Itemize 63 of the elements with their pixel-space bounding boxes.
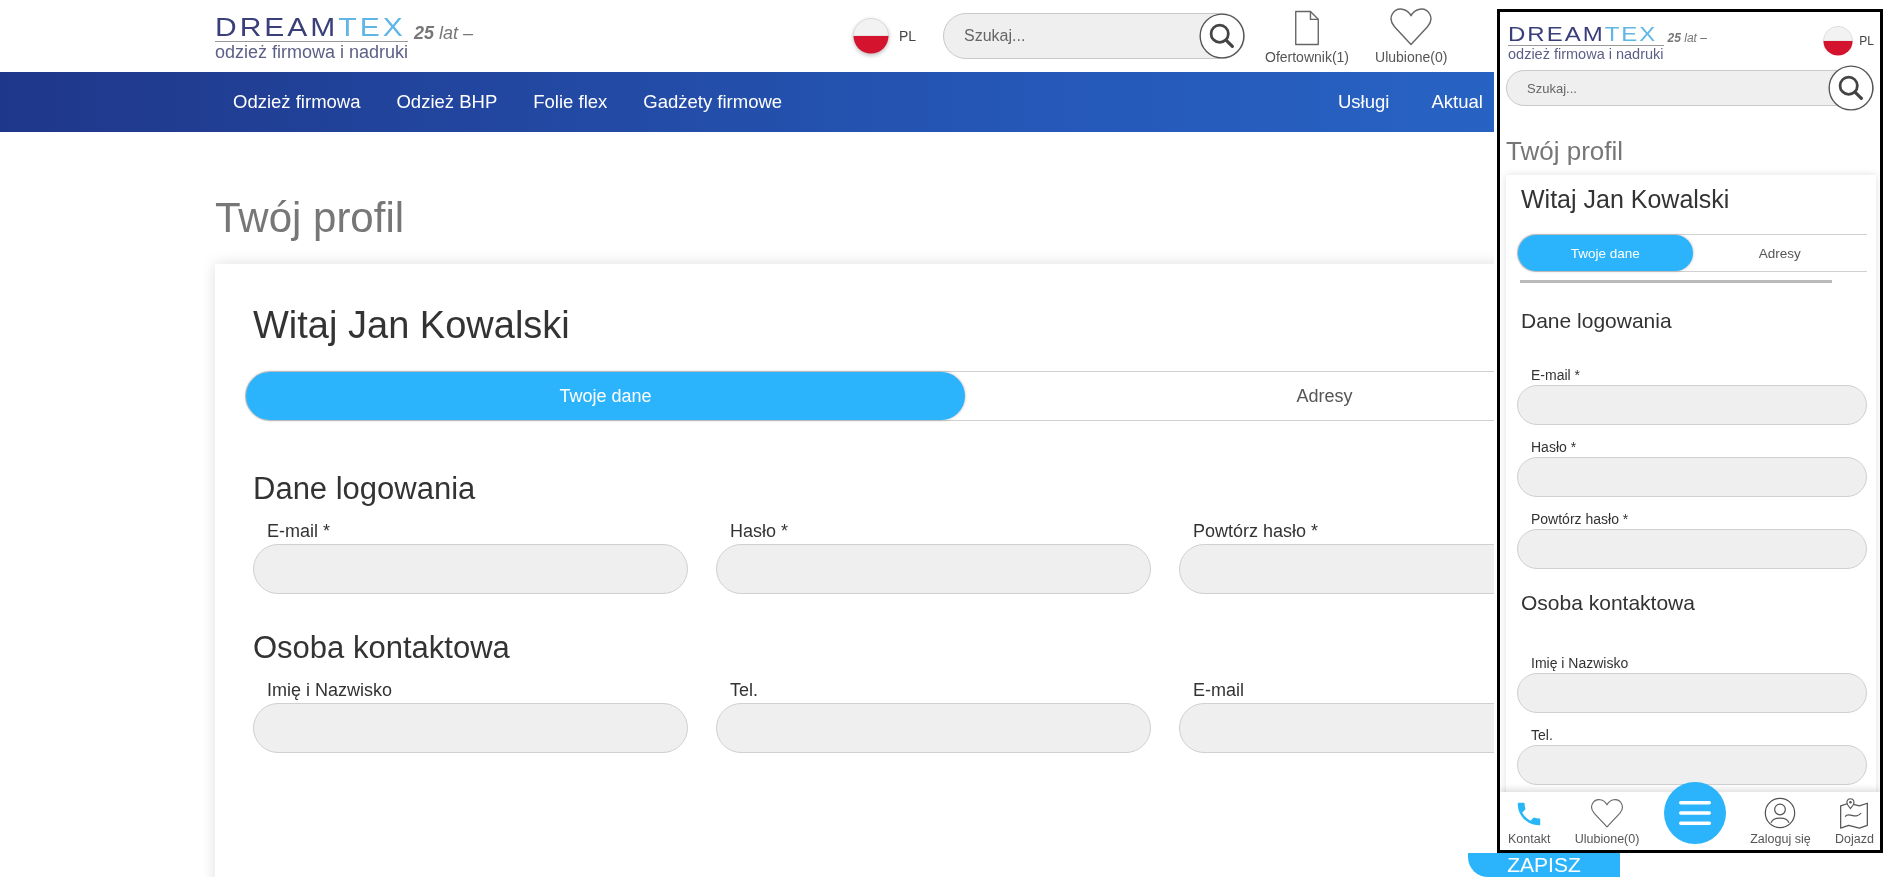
input-field[interactable] (253, 703, 688, 753)
field-label: Powtórz hasło * (1530, 511, 1629, 527)
greeting: Witaj Jan Kowalski (253, 304, 571, 347)
nav-link[interactable]: Odzież firmowa (233, 91, 361, 113)
flag-icon (853, 18, 889, 54)
input-field[interactable] (1179, 703, 1494, 753)
section-heading: Osoba kontaktowa (1521, 591, 1696, 615)
field-label: Hasło * (729, 521, 789, 542)
page-title: Twój profil (215, 194, 406, 242)
page-title: Twój profil (1506, 136, 1625, 167)
bottom-nav-link[interactable]: Zaloguj się (1750, 832, 1811, 846)
tab[interactable]: Adresy (965, 372, 1494, 420)
nav-link[interactable]: Folie flex (533, 91, 608, 113)
input-field[interactable] (1517, 673, 1867, 713)
input-field[interactable] (716, 544, 1151, 594)
section-heading: Dane logowania (253, 471, 477, 507)
input-field[interactable] (716, 703, 1151, 753)
bottom-nav-link[interactable]: Ulubione(0) (1574, 832, 1640, 846)
flag-icon (1823, 26, 1854, 56)
bottom-nav-link[interactable]: Kontakt (1508, 832, 1551, 846)
nav-link[interactable]: Usługi (1338, 91, 1390, 113)
field-label: Tel. (1530, 727, 1553, 743)
input-field[interactable] (1179, 544, 1494, 594)
heart-icon[interactable] (1389, 7, 1434, 47)
input-field[interactable] (1517, 745, 1867, 785)
logo-tagline: odzież firmowa i nadruki (1508, 45, 1664, 63)
map-icon[interactable] (1838, 797, 1871, 829)
field-label: Hasło * (1530, 439, 1577, 455)
field-label: E-mail * (266, 521, 330, 542)
section-heading: Osoba kontaktowa (253, 630, 511, 666)
scrollbar[interactable] (1520, 280, 1832, 283)
language-label[interactable]: PL (1859, 34, 1874, 48)
logo-wordmark[interactable]: DREAM TEX (215, 14, 409, 42)
field-label: E-mail (1192, 680, 1244, 701)
field-label: Tel. (729, 680, 758, 701)
greeting: Witaj Jan Kowalski (1521, 185, 1731, 214)
bottom-nav-link[interactable]: Dojazd (1835, 832, 1874, 846)
input-field[interactable] (253, 544, 688, 594)
logo-wordmark[interactable]: DREAMTEX (1508, 23, 1664, 46)
field-label: Imię i Nazwisko (266, 680, 393, 701)
anniversary-label: 25 lat – (414, 22, 474, 44)
nav-link[interactable]: Aktual (1431, 91, 1483, 113)
header-link[interactable]: Ulubione(0) (1375, 48, 1448, 65)
section-heading: Dane logowania (1521, 309, 1673, 333)
input-field[interactable] (1517, 457, 1867, 497)
document-icon[interactable] (1294, 8, 1320, 47)
tab[interactable]: Adresy (1692, 235, 1867, 271)
field-label: E-mail * (1530, 367, 1580, 383)
anniversary-label: 25 lat – (1667, 31, 1707, 45)
field-label: Imię i Nazwisko (1530, 655, 1629, 671)
nav-link[interactable]: Odzież BHP (396, 91, 498, 113)
user-icon[interactable] (1764, 797, 1797, 829)
header-link[interactable]: Ofertownik(1) (1265, 48, 1350, 65)
nav-link[interactable]: Gadżety firmowe (643, 91, 783, 113)
language-label[interactable]: PL (899, 28, 917, 44)
field-label: Powtórz hasło * (1192, 521, 1319, 542)
input-field[interactable] (1517, 529, 1867, 569)
search-icon[interactable] (1828, 65, 1874, 111)
heart-icon[interactable] (1590, 798, 1625, 829)
logo-tagline: odzież firmowa i nadruki (215, 41, 409, 63)
input-field[interactable] (1517, 385, 1867, 425)
search-icon[interactable] (1199, 13, 1245, 59)
menu-icon (1678, 800, 1711, 826)
